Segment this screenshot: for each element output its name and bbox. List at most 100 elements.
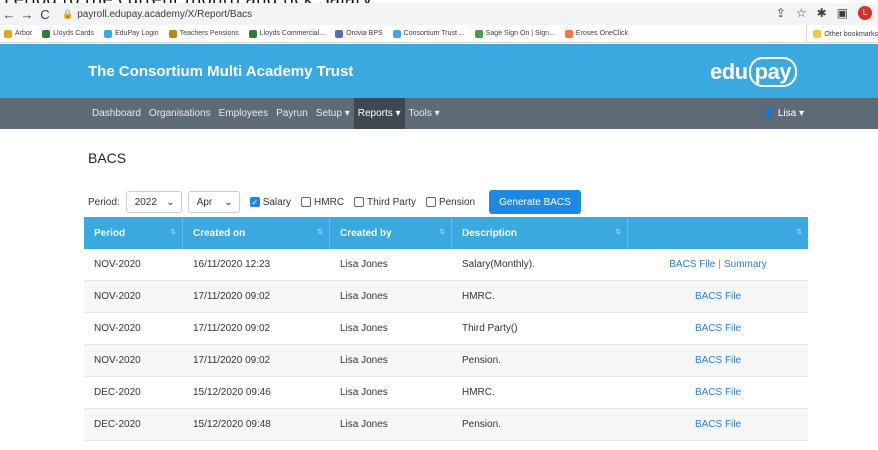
bacs-file-link[interactable]: BACS File <box>695 291 741 302</box>
cell-created-on: 17/11/2020 09:02 <box>193 355 271 366</box>
cell-actions: BACS File <box>628 313 808 344</box>
bookmark-label: Lloyds Commercial... <box>259 30 326 37</box>
bookmark-label: EduPay Login <box>114 30 159 37</box>
summary-link[interactable]: Summary <box>724 259 767 270</box>
table-row: NOV-2020 17/11/2020 09:02 Lisa Jones Third … <box>84 313 808 345</box>
bookmark-favicon-icon <box>564 29 573 38</box>
sidebar-icon[interactable]: ▣ <box>837 6 848 20</box>
cell-created-on: 17/11/2020 09:02 <box>193 291 271 302</box>
browser-address-bar: ← → C 🔒 payroll.edupay.academy/X/Report/… <box>0 3 878 25</box>
app-header: The Consortium Multi Academy Trust edu pa… <box>0 44 878 98</box>
bookmark-favicon-icon <box>103 29 112 38</box>
other-bookmarks[interactable]: Other bookmarks <box>806 25 878 42</box>
nav-item[interactable]: Employees <box>215 98 272 129</box>
user-menu[interactable]: 👤 Lisa ▾ <box>763 98 804 129</box>
bookmark-item[interactable]: Sage Sign On | Sign... <box>474 29 555 38</box>
bookmark-item[interactable]: Arbor <box>4 29 32 38</box>
bookmark-label: Teachers Pensions <box>179 30 239 37</box>
bacs-file-link[interactable]: BACS File <box>695 387 741 398</box>
lock-icon: 🔒 <box>62 8 74 19</box>
profile-avatar[interactable]: L <box>858 6 872 20</box>
cell-description: HMRC. <box>462 291 495 302</box>
column-header[interactable]: ⇅ <box>628 217 808 249</box>
table-row: DEC-2020 15/12/2020 09:46 Lisa Jones HMRC. B… <box>84 377 808 409</box>
chevron-down-icon: ⌄ <box>224 196 233 208</box>
back-icon[interactable]: ← <box>0 7 18 22</box>
column-header-label: Period <box>94 227 126 239</box>
bookmark-favicon-icon <box>42 29 51 38</box>
table-body: NOV-2020 16/11/2020 12:23 Lisa Jones Salary… <box>84 249 808 441</box>
column-header-label: Created by <box>340 227 392 239</box>
nav-item[interactable]: Setup ▾ <box>312 98 354 129</box>
bookmark-item[interactable]: Eroses OneClick <box>564 29 629 38</box>
bookmark-item[interactable]: Consortium Trust ... <box>392 29 465 38</box>
bookmarks-bar: Arbor Lloyds Cards EduPay Login Teachers Pe… <box>0 25 878 43</box>
forward-icon[interactable]: → <box>18 7 36 22</box>
extensions-icon[interactable]: ✱ <box>817 6 827 20</box>
bookmark-favicon-icon <box>392 29 401 38</box>
generate-bacs-button[interactable]: Generate BACS <box>489 190 581 214</box>
organisation-title: The Consortium Multi Academy Trust <box>88 63 354 80</box>
column-header[interactable]: Created on ⇅ <box>183 217 330 249</box>
cell-period: DEC-2020 <box>94 419 141 430</box>
bookmark-item[interactable]: EduPay Login <box>103 29 159 38</box>
table-row: NOV-2020 17/11/2020 09:02 Lisa Jones Pensio… <box>84 345 808 377</box>
bookmark-label: Sage Sign On | Sign... <box>485 30 555 37</box>
checkbox-checked[interactable]: ✓ <box>249 197 260 207</box>
cell-actions: BACS File <box>628 377 808 408</box>
cell-created-on: 15/12/2020 09:48 <box>193 419 271 430</box>
main-navbar: Dashboard Organisations Employees Payrun Set… <box>0 98 878 129</box>
nav-item[interactable]: Reports ▾ <box>353 98 405 129</box>
nav-item[interactable]: Payrun <box>272 98 312 129</box>
bookmark-label: Orovia BPS <box>346 30 383 37</box>
nav-item[interactable]: Organisations <box>145 98 215 129</box>
reload-icon[interactable]: C <box>36 7 54 22</box>
cell-created-on: 16/11/2020 12:23 <box>193 259 271 270</box>
cell-description: Salary(Monthly). <box>462 259 535 270</box>
share-icon[interactable]: ⇪ <box>776 6 786 20</box>
bacs-file-link[interactable]: BACS File <box>695 323 741 334</box>
bookmark-item[interactable]: Orovia BPS <box>335 29 383 38</box>
cell-description: HMRC. <box>462 387 495 398</box>
bookmark-favicon-icon <box>168 29 177 38</box>
bookmark-item[interactable]: Teachers Pensions <box>168 29 239 38</box>
period-label: Period: <box>88 196 120 208</box>
cell-created-by: Lisa Jones <box>340 355 388 366</box>
bacs-file-link[interactable]: BACS File <box>695 419 741 430</box>
column-header[interactable]: Description ⇅ <box>452 217 628 249</box>
sort-icon[interactable]: ⇅ <box>796 228 802 236</box>
cell-actions: BACS File <box>628 345 808 376</box>
nav-item[interactable]: Dashboard <box>88 98 145 129</box>
checkbox-label: Salary <box>262 196 292 208</box>
page-title: BACS <box>88 150 127 166</box>
checkbox[interactable] <box>425 197 436 207</box>
sort-icon[interactable]: ⇅ <box>615 228 621 236</box>
cell-period: DEC-2020 <box>94 387 141 398</box>
bookmark-label: Consortium Trust ... <box>403 30 465 37</box>
month-select[interactable]: Apr ⌄ <box>187 191 240 213</box>
cell-created-on: 15/12/2020 09:46 <box>193 387 271 398</box>
nav-item[interactable]: Tools ▾ <box>405 98 444 129</box>
bacs-file-link[interactable]: BACS File <box>669 259 715 270</box>
bookmark-star-icon[interactable]: ☆ <box>796 6 807 20</box>
sort-icon[interactable]: ⇅ <box>439 228 445 236</box>
cell-created-on: 17/11/2020 09:02 <box>193 323 271 334</box>
bookmark-item[interactable]: Lloyds Commercial... <box>248 29 326 38</box>
cell-created-by: Lisa Jones <box>340 419 388 430</box>
column-header-label: Created on <box>193 227 246 239</box>
checkbox[interactable] <box>354 197 365 207</box>
cell-period: NOV-2020 <box>94 323 141 334</box>
type-checkboxes: ✓ Salary HMRC Third Party Pension <box>240 197 475 208</box>
url-field[interactable]: 🔒 payroll.edupay.academy/X/Report/Bacs <box>62 9 252 20</box>
column-header[interactable]: Period ⇅ <box>84 217 183 249</box>
folder-icon <box>813 30 822 38</box>
sort-icon[interactable]: ⇅ <box>317 228 323 236</box>
year-select[interactable]: 2022 ⌄ <box>125 191 182 213</box>
bookmark-item[interactable]: Lloyds Cards <box>42 29 94 38</box>
bacs-file-link[interactable]: BACS File <box>695 355 741 366</box>
column-header[interactable]: Created by ⇅ <box>330 217 452 249</box>
edupay-logo: edu pay <box>706 53 816 89</box>
checkbox[interactable] <box>301 197 312 207</box>
sort-icon[interactable]: ⇅ <box>170 228 176 236</box>
bookmark-label: Eroses OneClick <box>575 30 629 37</box>
